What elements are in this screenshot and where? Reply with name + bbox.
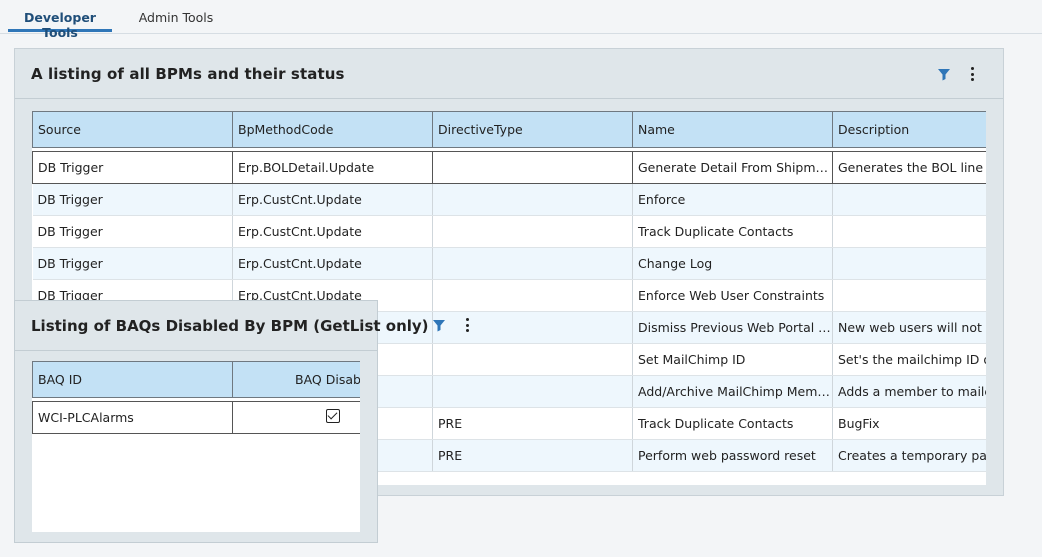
tab-developer-tools[interactable]: Developer Tools: [8, 8, 112, 40]
bpm-cell-description: Set's the mailchimp ID of: [832, 343, 986, 376]
bpm-cell-directivetype: [432, 151, 633, 184]
baq-id-cell: WCI-PLCAlarms: [32, 401, 233, 434]
filter-icon[interactable]: [937, 67, 951, 81]
bpm-cell-bpmethodcode: Erp.CustCnt.Update: [232, 183, 433, 216]
bpm-cell-directivetype: PRE: [432, 439, 633, 472]
bpm-col-header-directivetype[interactable]: DirectiveType: [432, 111, 633, 148]
bpm-cell-description: Adds a member to mailchimp: [832, 375, 986, 408]
baq-disabled-cell: [232, 401, 360, 434]
bpm-col-header-description[interactable]: Description: [832, 111, 986, 148]
bpm-cell-directivetype: [432, 247, 633, 280]
bpm-cell-source: DB Trigger: [32, 151, 233, 184]
bpm-cell-bpmethodcode: Erp.CustCnt.Update: [232, 247, 433, 280]
kebab-menu-icon[interactable]: [969, 67, 975, 83]
baq-col-header-id[interactable]: BAQ ID: [32, 361, 233, 398]
tab-admin-tools[interactable]: Admin Tools: [128, 8, 224, 32]
bpm-cell-description: [832, 183, 986, 216]
bpm-cell-directivetype: [432, 279, 633, 312]
bpm-cell-description: [832, 215, 986, 248]
bpm-col-header-source[interactable]: Source: [32, 111, 233, 148]
bpm-cell-directivetype: [432, 215, 633, 248]
bpm-cell-source: DB Trigger: [32, 183, 233, 216]
baq-panel-header: Listing of BAQs Disabled By BPM (GetList…: [15, 301, 429, 351]
bpm-cell-name: Perform web password reset: [632, 439, 833, 472]
bpm-cell-directivetype: [432, 183, 633, 216]
bpm-cell-name: Dismiss Previous Web Portal …: [632, 311, 833, 344]
baq-panel-title: Listing of BAQs Disabled By BPM (GetList…: [31, 317, 429, 335]
bpm-cell-name: Generate Detail From Shipment: [632, 151, 833, 184]
baq-panel: Listing of BAQs Disabled By BPM (GetList…: [14, 300, 429, 543]
bpm-cell-bpmethodcode: Erp.BOLDetail.Update: [232, 151, 433, 184]
bpm-cell-name: Track Duplicate Contacts: [632, 407, 833, 440]
tab-bar: Developer Tools Admin Tools: [0, 0, 1042, 40]
bpm-cell-directivetype: [432, 375, 633, 408]
bpm-panel-title: A listing of all BPMs and their status: [31, 65, 345, 83]
bpm-cell-description: BugFix: [832, 407, 986, 440]
baq-col-header-disabled[interactable]: BAQ Disabled: [232, 361, 360, 398]
checked-checkbox-icon[interactable]: [326, 409, 340, 423]
bpm-panel-header: A listing of all BPMs and their status: [15, 49, 1003, 99]
bpm-cell-description: New web users will not need: [832, 311, 986, 344]
bpm-cell-source: DB Trigger: [32, 215, 233, 248]
table-row[interactable]: WCI-PLCAlarms: [32, 401, 360, 434]
bpm-cell-bpmethodcode: Erp.CustCnt.Update: [232, 215, 433, 248]
table-row[interactable]: DB Trigger Erp.CustCnt.Update Enforce: [32, 183, 986, 216]
table-row[interactable]: DB Trigger Erp.CustCnt.Update Change Log: [32, 247, 986, 280]
bpm-cell-name: Enforce: [632, 183, 833, 216]
bpm-cell-description: Creates a temporary password: [832, 439, 986, 472]
bpm-cell-directivetype: [432, 311, 633, 344]
bpm-cell-source: DB Trigger: [32, 247, 233, 280]
bpm-cell-description: Generates the BOL line details: [832, 151, 986, 184]
bpm-cell-directivetype: [432, 343, 633, 376]
bpm-cell-directivetype: PRE: [432, 407, 633, 440]
bpm-cell-description: [832, 279, 986, 312]
bpm-col-header-name[interactable]: Name: [632, 111, 833, 148]
table-row[interactable]: DB Trigger Erp.BOLDetail.Update Generate D…: [32, 151, 986, 184]
bpm-col-header-bpmethodcode[interactable]: BpMethodCode: [232, 111, 433, 148]
bpm-cell-name: Change Log: [632, 247, 833, 280]
bpm-grid-header-row: Source BpMethodCode DirectiveType Name Descr…: [32, 111, 986, 148]
bpm-cell-description: [832, 247, 986, 280]
bpm-cell-name: Track Duplicate Contacts: [632, 215, 833, 248]
table-row[interactable]: DB Trigger Erp.CustCnt.Update Track Duplic…: [32, 215, 986, 248]
baq-filter-icon[interactable]: [432, 318, 446, 332]
bpm-cell-name: Set MailChimp ID: [632, 343, 833, 376]
bpm-cell-name: Add/Archive MailChimp Member: [632, 375, 833, 408]
baq-grid: BAQ ID BAQ Disabled WCI-PLCAlarms: [32, 361, 360, 532]
baq-grid-header-row: BAQ ID BAQ Disabled: [32, 361, 360, 398]
baq-kebab-menu-icon[interactable]: [464, 318, 470, 334]
bpm-cell-name: Enforce Web User Constraints: [632, 279, 833, 312]
